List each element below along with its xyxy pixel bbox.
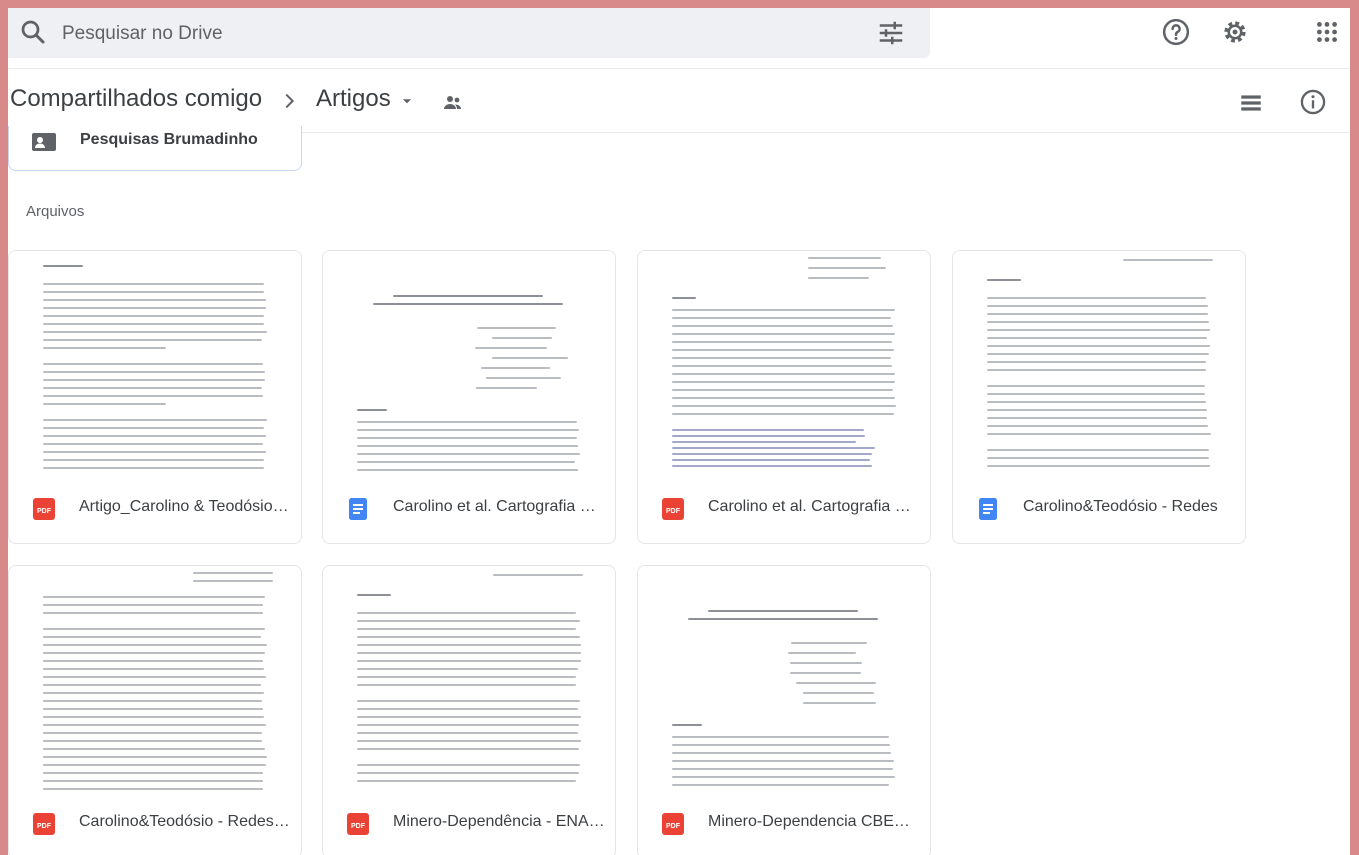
pdf-icon: PDF (662, 498, 684, 520)
info-icon[interactable] (1299, 88, 1327, 116)
help-icon[interactable] (1159, 15, 1193, 49)
file-meta: PDF Carolino&Teodósio - Redes.pdf (9, 801, 301, 849)
file-name: Artigo_Carolino & Teodósio.pdf (79, 498, 291, 515)
grid-icon[interactable] (1310, 15, 1344, 49)
list-view-icon[interactable] (1238, 90, 1264, 116)
file-thumbnail[interactable] (638, 566, 930, 794)
caret-down-icon[interactable] (400, 94, 414, 108)
file-card[interactable]: PDF Minero-Dependencia CBEO.pdf (637, 565, 931, 855)
file-thumbnail[interactable] (638, 251, 930, 479)
top-bar (8, 8, 1350, 69)
file-card[interactable]: PDF Carolino&Teodósio - Redes.pdf (8, 565, 302, 855)
svg-text:PDF: PDF (37, 508, 52, 515)
pdf-icon: PDF (662, 813, 684, 835)
svg-text:PDF: PDF (37, 823, 52, 830)
file-name: Carolino et al. Cartografia Social.pdf (708, 498, 920, 515)
doc-icon (977, 498, 999, 520)
svg-text:PDF: PDF (666, 823, 681, 830)
people-icon[interactable] (441, 91, 465, 115)
file-meta: Carolino&Teodósio - Redes (953, 486, 1245, 534)
file-card[interactable]: PDF Artigo_Carolino & Teodósio.pdf (8, 250, 302, 544)
file-meta: PDF Minero-Dependencia CBEO.pdf (638, 801, 930, 849)
file-card[interactable]: PDF Minero-Dependência - ENANPAD.pdf (322, 565, 616, 855)
file-name: Carolino&Teodósio - Redes (1023, 498, 1218, 515)
search-bar[interactable] (8, 8, 930, 58)
file-card[interactable]: PDF Carolino et al. Cartografia Social.pd… (637, 250, 931, 544)
file-thumbnail[interactable] (323, 566, 615, 794)
section-title-files: Arquivos (26, 203, 85, 220)
pdf-icon: PDF (33, 813, 55, 835)
file-card[interactable]: Carolino et al. Cartografia Social (322, 250, 616, 544)
file-name: Minero-Dependencia CBEO.pdf (708, 813, 920, 830)
search-input[interactable] (60, 16, 764, 52)
pdf-icon: PDF (347, 813, 369, 835)
svg-text:PDF: PDF (666, 508, 681, 515)
folder-name: Pesquisas Brumadinho (80, 131, 258, 148)
file-name: Minero-Dependência - ENANPAD.pdf (393, 813, 605, 830)
drive-window: Compartilhados comigo Artigos Pesquisas … (8, 8, 1350, 855)
shared-folder-icon (31, 131, 57, 158)
gear-icon[interactable] (1218, 15, 1252, 49)
doc-icon (347, 498, 369, 520)
file-card[interactable]: Carolino&Teodósio - Redes (952, 250, 1246, 544)
breadcrumb: Compartilhados comigo Artigos (8, 70, 1350, 133)
file-thumbnail[interactable] (9, 566, 301, 794)
breadcrumb-parent[interactable]: Compartilhados comigo (10, 85, 262, 113)
breadcrumb-current[interactable]: Artigos (316, 85, 391, 113)
file-meta: PDF Minero-Dependência - ENANPAD.pdf (323, 801, 615, 849)
folder-item[interactable]: Pesquisas Brumadinho (8, 126, 302, 171)
file-thumbnail[interactable] (9, 251, 301, 479)
svg-text:PDF: PDF (351, 823, 366, 830)
pdf-icon: PDF (33, 498, 55, 520)
file-name: Carolino&Teodósio - Redes.pdf (79, 813, 291, 830)
file-meta: PDF Artigo_Carolino & Teodósio.pdf (9, 486, 301, 534)
file-thumbnail[interactable] (953, 251, 1245, 479)
file-name: Carolino et al. Cartografia Social (393, 498, 605, 515)
file-meta: PDF Carolino et al. Cartografia Social.pd… (638, 486, 930, 534)
file-meta: Carolino et al. Cartografia Social (323, 486, 615, 534)
chevron-right-icon (278, 90, 300, 112)
file-thumbnail[interactable] (323, 251, 615, 479)
search-icon[interactable] (18, 17, 48, 52)
tune-icon[interactable] (876, 18, 906, 53)
